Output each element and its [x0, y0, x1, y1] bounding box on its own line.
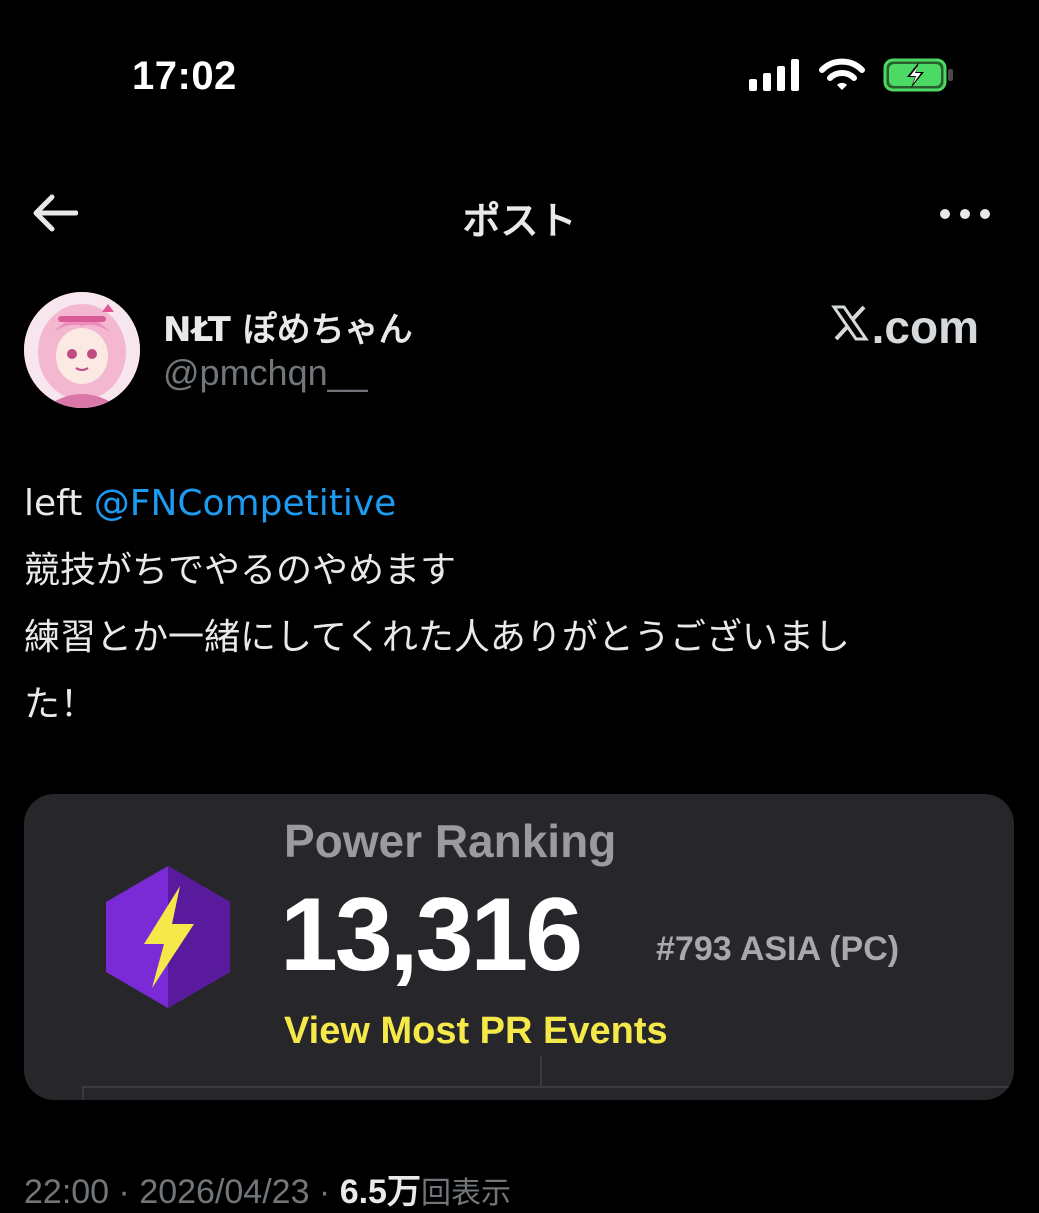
post-meta: 22:00 · 2026/04/23 · 6.5万回表示 [24, 1164, 511, 1213]
view-most-pr-events-link[interactable]: View Most PR Events [284, 1010, 668, 1053]
views-count[interactable]: 6.5万 [340, 1173, 421, 1211]
mention-link[interactable]: @FNCompetitive [94, 483, 397, 524]
meta-separator: · [109, 1173, 140, 1211]
x-com-text: .com [871, 301, 979, 353]
post-line-4: た！ [24, 684, 97, 725]
page-title: ポスト [462, 199, 577, 243]
meta-separator: · [309, 1173, 340, 1211]
post-line-3: 練習とか一緒にしてくれた人ありがとうございまし [24, 617, 850, 658]
signal-icon [749, 59, 801, 91]
x-com-watermark: .com [830, 300, 979, 354]
post-date: 2026/04/23 [139, 1173, 310, 1211]
avatar[interactable] [24, 292, 140, 408]
post-line-1-prefix: left [24, 483, 94, 524]
card-divider [82, 1086, 1014, 1088]
author-name[interactable]: NŁT ぽめちゃん [163, 302, 413, 351]
more-options-button[interactable] [935, 192, 995, 236]
post-line-2: 競技がちでやるのやめます [24, 550, 457, 591]
card-divider [82, 1086, 84, 1100]
power-ranking-card[interactable]: Power Ranking 13,316 #793 ASIA (PC) View… [24, 794, 1014, 1100]
status-icons [749, 58, 955, 92]
power-ranking-value: 13,316 [280, 877, 583, 993]
post-line-1: left @FNCompetitive [24, 470, 1014, 537]
battery-charging-icon [883, 58, 955, 92]
more-horizontal-icon [939, 205, 991, 224]
x-logo-icon [830, 300, 872, 354]
author-handle[interactable]: @pmchqn__ [163, 352, 368, 394]
status-time: 17:02 [132, 54, 237, 98]
power-ranking-title: Power Ranking [284, 815, 617, 867]
wifi-icon [819, 58, 865, 92]
post-time: 22:00 [24, 1173, 110, 1211]
region-rank: #793 ASIA (PC) [656, 930, 900, 968]
post-text: left @FNCompetitive 競技がちでやるのやめます 練習とか一緒に… [24, 470, 1014, 738]
card-divider [540, 1056, 542, 1088]
lightning-hexagon-icon [104, 864, 232, 1014]
views-label: 回表示 [420, 1176, 511, 1211]
